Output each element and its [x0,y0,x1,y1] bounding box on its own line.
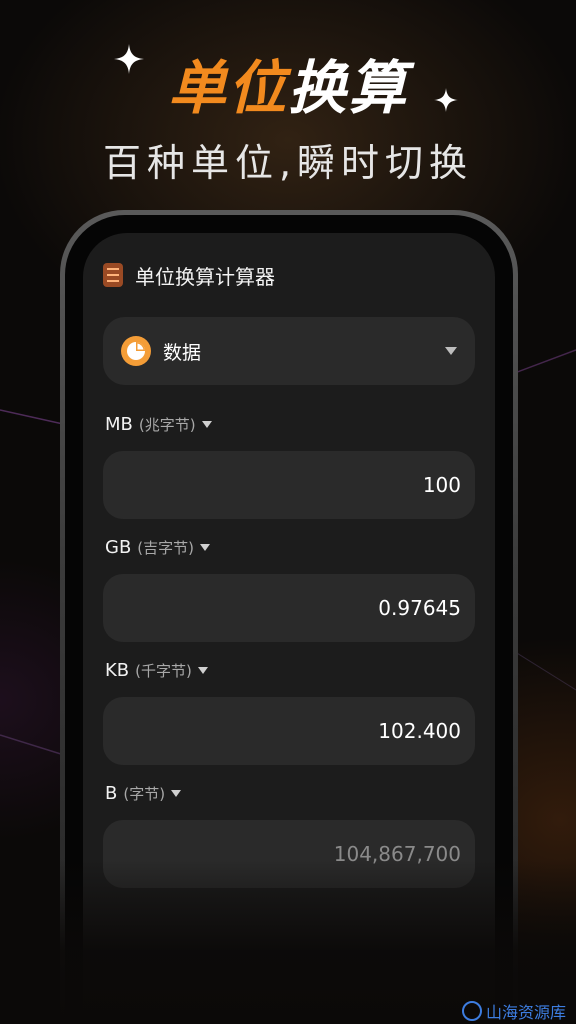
unit-name: (千字节) [135,661,192,680]
unit-selector-gb[interactable]: GB (吉字节) [105,534,211,560]
value-input-mb[interactable]: 100 [103,451,475,519]
unit-code: GB [105,536,132,558]
app-header: 单位换算计算器 [103,260,275,290]
chevron-down-icon [445,347,457,355]
app-title: 单位换算计算器 [135,264,275,289]
unit-name: (字节) [123,784,166,803]
hero-title: 单位 换算 [0,48,576,122]
unit-selector-mb[interactable]: MB (兆字节) [105,411,212,437]
value-input-kb[interactable]: 102.400 [103,697,475,765]
watermark-logo-icon [462,1001,482,1021]
unit-selector-kb[interactable]: KB (千字节) [105,657,208,683]
hero-subtitle: 百种单位,瞬时切换 [102,141,474,185]
chevron-down-icon [197,666,208,674]
pie-chart-icon [121,336,151,366]
unit-code: KB [105,659,130,681]
chevron-down-icon [201,420,212,428]
sparkle-right-icon [434,88,458,112]
list-icon [103,263,123,287]
hero-title-rest: 换算 [288,54,409,122]
unit-code: B [105,782,118,804]
category-selector[interactable]: 数据 [103,317,475,385]
unit-code: MB [105,413,133,435]
category-label: 数据 [163,341,202,364]
unit-selector-b[interactable]: B (字节) [105,780,182,806]
chevron-down-icon [171,789,182,797]
hero-title-accent: 单位 [167,54,288,122]
chevron-down-icon [200,543,211,551]
watermark-text: 山海资源库 [486,1003,567,1022]
unit-name: (吉字节) [137,538,195,557]
unit-name: (兆字节) [138,415,196,434]
value-input-gb[interactable]: 0.97645 [103,574,475,642]
watermark: 山海资源库 [462,1000,566,1022]
